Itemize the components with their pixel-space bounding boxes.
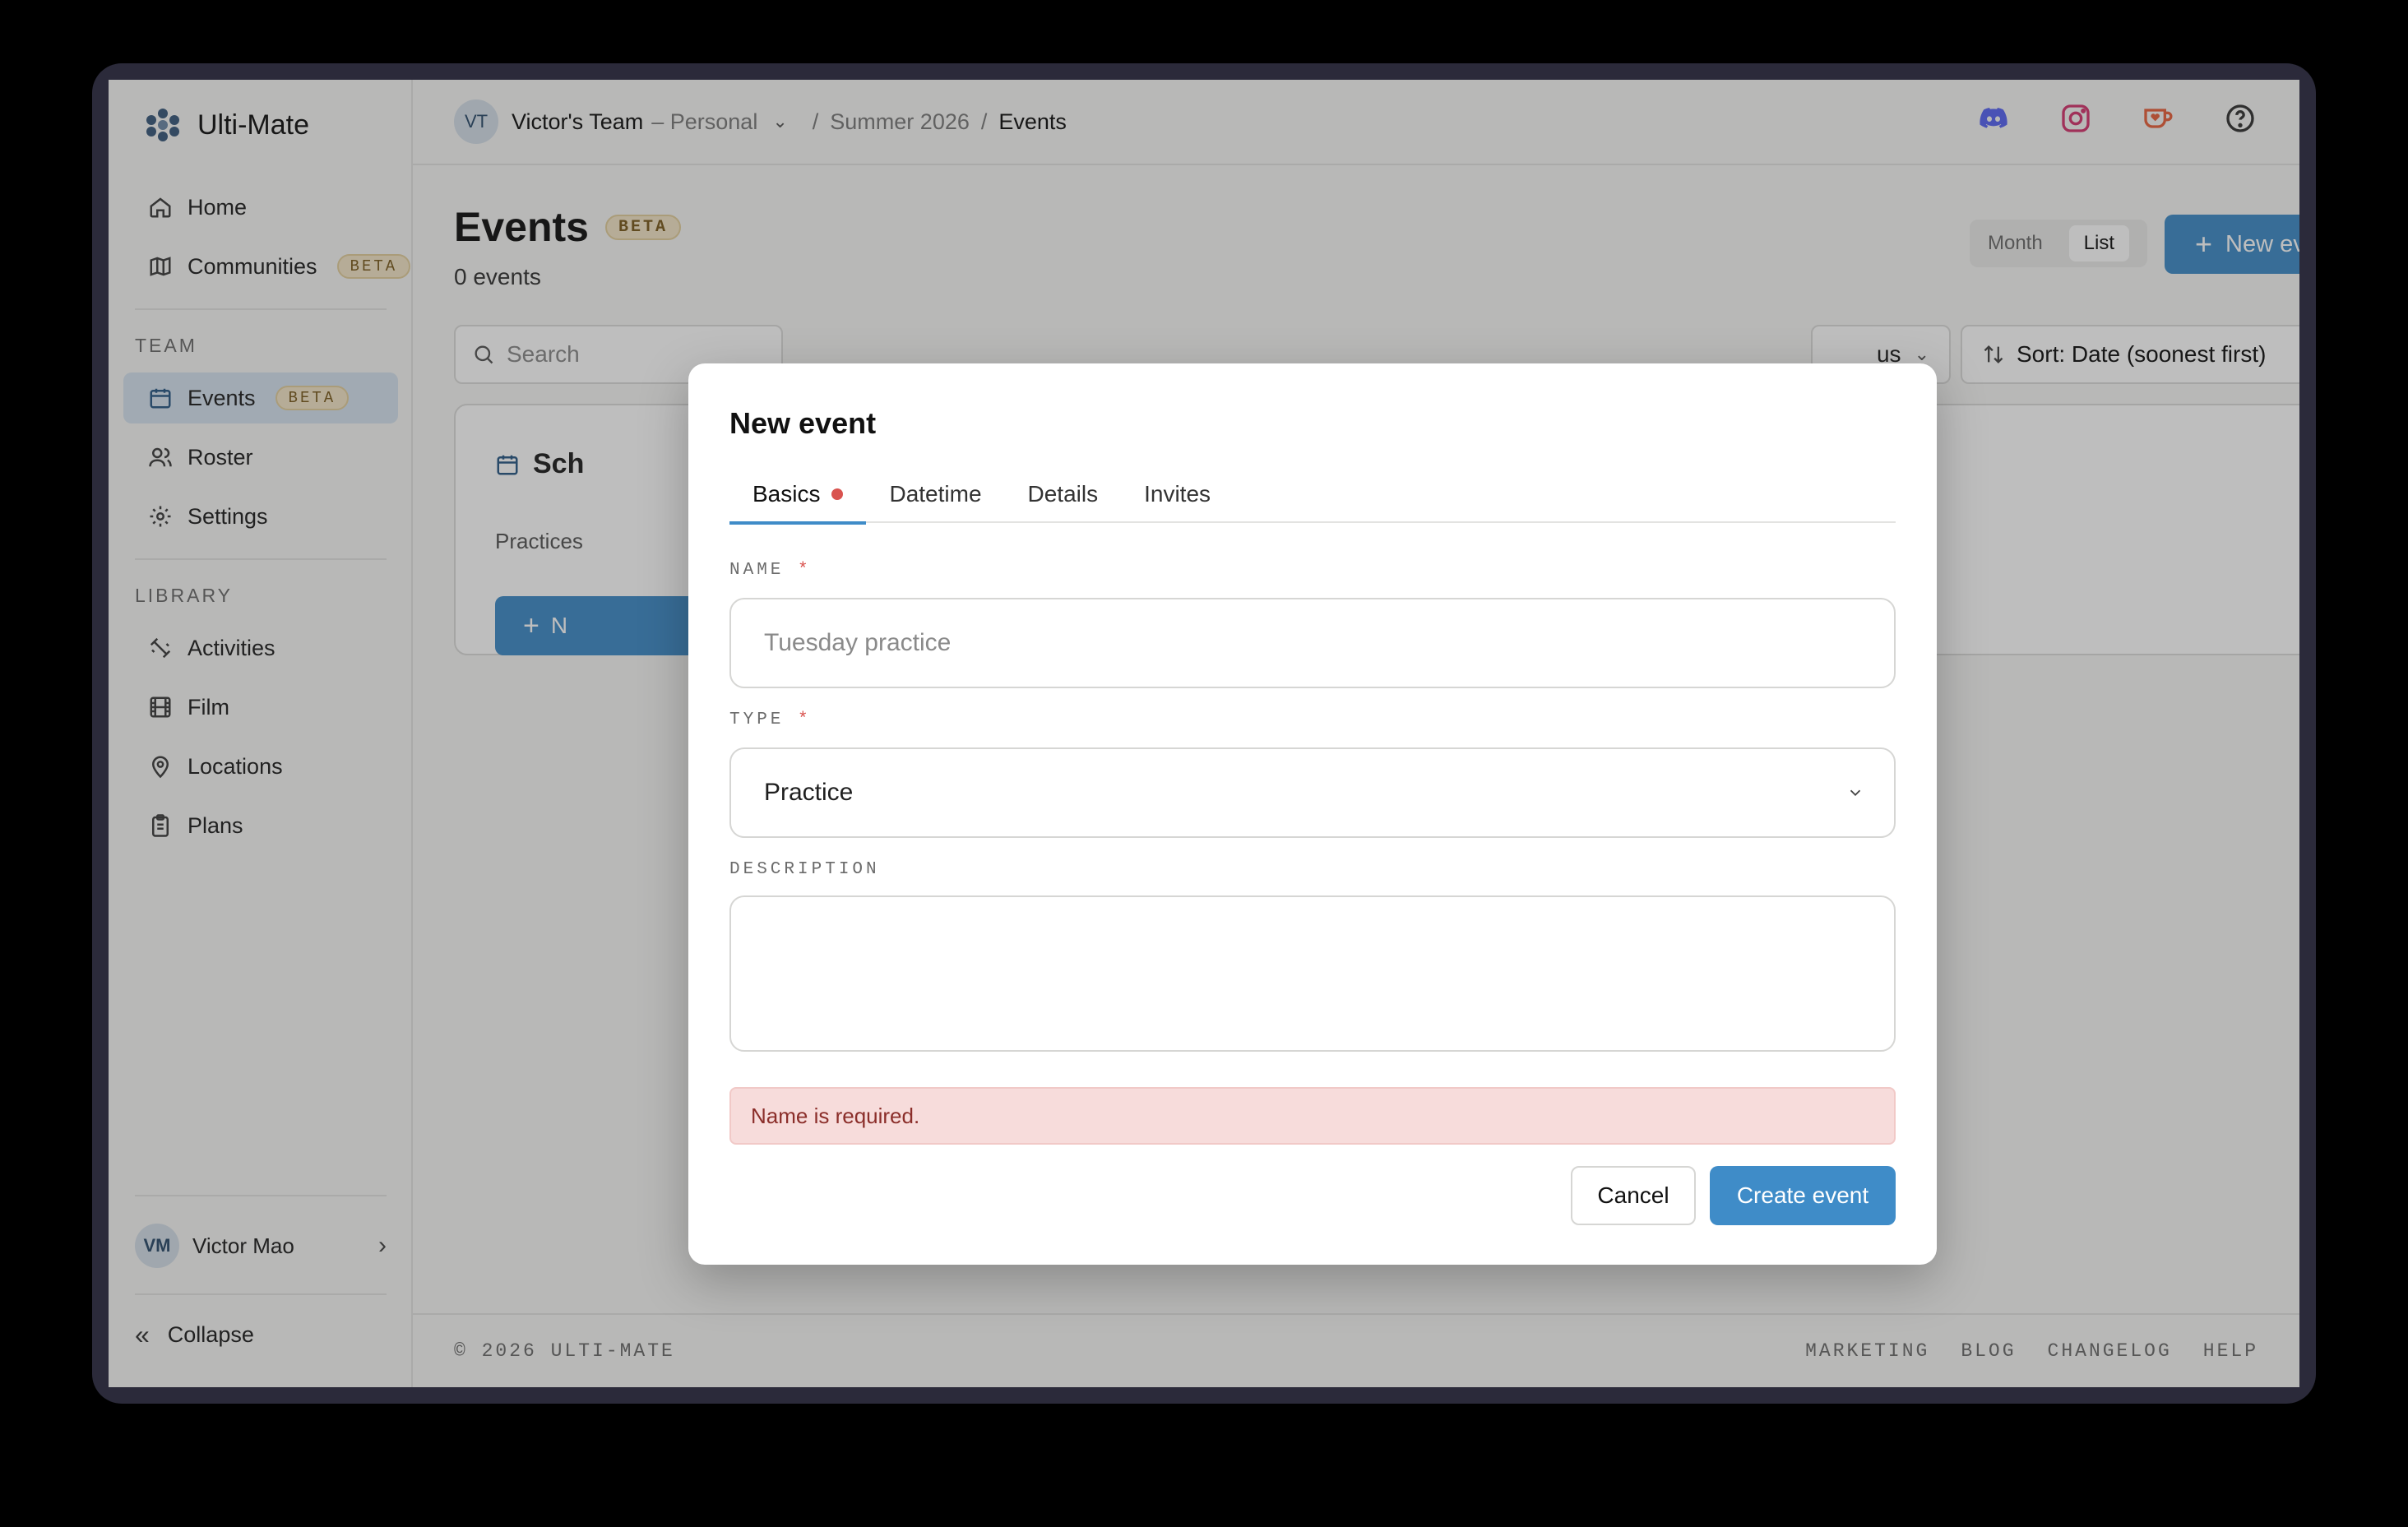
create-event-button[interactable]: Create event	[1710, 1166, 1896, 1225]
description-label: DESCRIPTION	[729, 860, 880, 879]
required-mark: *	[798, 710, 812, 729]
tab-invites[interactable]: Invites	[1121, 465, 1234, 523]
cancel-button[interactable]: Cancel	[1571, 1166, 1696, 1225]
tab-label: Invites	[1144, 481, 1211, 507]
required-mark: *	[798, 561, 812, 580]
new-event-dialog: New event Basics Datetime Details Invite…	[688, 363, 1937, 1265]
type-label: TYPE *	[729, 710, 812, 729]
type-label-text: TYPE	[729, 710, 785, 729]
description-textarea[interactable]	[729, 895, 1896, 1052]
name-label: NAME *	[729, 561, 812, 580]
error-message: Name is required.	[729, 1087, 1896, 1145]
type-select[interactable]: Practice	[729, 747, 1896, 838]
tab-label: Basics	[752, 481, 821, 507]
app-window: Ulti-Mate Home Communities BETA TEAM Eve…	[109, 80, 2299, 1387]
name-placeholder: Tuesday practice	[764, 629, 952, 656]
dialog-title: New event	[729, 406, 877, 440]
tab-label: Details	[1027, 481, 1099, 507]
tab-basics[interactable]: Basics	[729, 465, 867, 525]
tab-label: Datetime	[889, 481, 982, 507]
name-input[interactable]: Tuesday practice	[729, 598, 1896, 688]
type-value: Practice	[764, 779, 854, 806]
error-dot-icon	[831, 488, 844, 500]
tab-details[interactable]: Details	[1005, 465, 1122, 523]
dialog-tabs: Basics Datetime Details Invites	[729, 465, 1896, 525]
name-label-text: NAME	[729, 561, 785, 580]
chevron-down-icon	[1850, 789, 1861, 797]
tab-datetime[interactable]: Datetime	[866, 465, 1004, 523]
